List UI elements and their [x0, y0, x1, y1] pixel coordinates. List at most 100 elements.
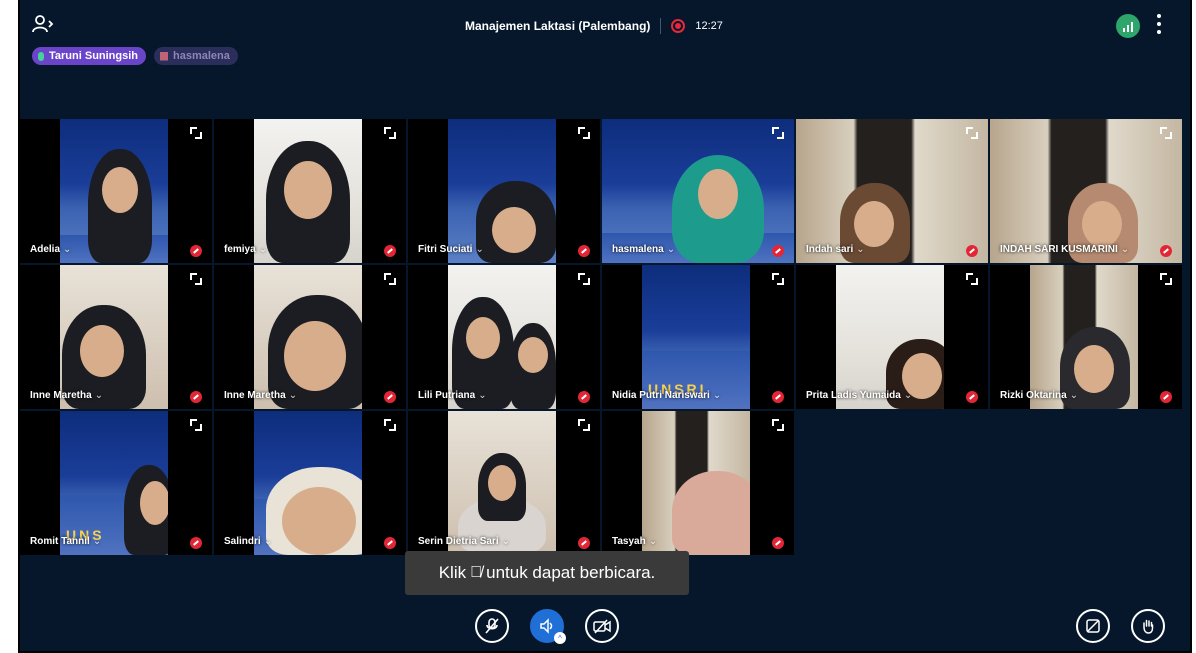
microphone-off-button[interactable] — [475, 609, 509, 643]
speaker-icon — [540, 618, 553, 634]
muted-mic-icon — [966, 245, 978, 257]
participant-tile[interactable]: UNS Romit Tannil ⌄ — [20, 411, 212, 555]
video-feed — [448, 411, 556, 555]
participant-name[interactable]: Serin Dietria Sari ⌄ — [418, 536, 510, 547]
video-feed: UNS — [60, 411, 168, 555]
screen-share-button[interactable] — [1076, 609, 1110, 643]
meeting-title: Manajemen Laktasi (Palembang) — [465, 19, 651, 33]
video-feed — [448, 119, 556, 263]
expand-icon[interactable] — [578, 419, 590, 431]
muted-mic-icon — [384, 537, 396, 549]
muted-mic-icon — [772, 537, 784, 549]
talking-indicator: hasmalena — [154, 47, 238, 65]
participant-tile[interactable]: Inne Maretha ⌄ — [214, 265, 406, 409]
camera-off-icon — [593, 619, 611, 634]
participant-tile[interactable]: hasmalena ⌄ — [602, 119, 794, 263]
video-feed — [254, 265, 362, 409]
raise-hand-button[interactable] — [1131, 609, 1165, 643]
participant-name[interactable]: Fitri Suciati ⌄ — [418, 244, 484, 255]
meeting-window: Manajemen Laktasi (Palembang) 12:27 Taru… — [18, 0, 1192, 653]
participant-name[interactable]: Salindri ⌄ — [224, 536, 272, 547]
expand-icon[interactable] — [578, 273, 590, 285]
camera-off-button[interactable] — [585, 609, 619, 643]
expand-icon[interactable] — [1160, 127, 1172, 139]
participant-tile[interactable]: Fitri Suciati ⌄ — [408, 119, 600, 263]
expand-icon[interactable] — [1160, 273, 1172, 285]
muted-mic-icon — [1160, 391, 1172, 403]
expand-icon[interactable] — [384, 273, 396, 285]
expand-icon[interactable] — [190, 273, 202, 285]
participant-name[interactable]: INDAH SARI KUSMARINI ⌄ — [1000, 244, 1129, 255]
participant-name[interactable]: Indah sari ⌄ — [806, 244, 865, 255]
video-feed — [1030, 265, 1138, 409]
muted-mic-icon — [772, 391, 784, 403]
participant-name[interactable]: Lili Putriana ⌄ — [418, 390, 487, 401]
participant-name[interactable]: Nidia Putri Nariswari ⌄ — [612, 390, 721, 401]
participant-tile[interactable]: UNSRI Nidia Putri Nariswari ⌄ — [602, 265, 794, 409]
participant-tile[interactable]: INDAH SARI KUSMARINI ⌄ — [990, 119, 1182, 263]
speaker-button[interactable]: ^ — [530, 609, 566, 644]
more-options-icon[interactable] — [1156, 14, 1162, 34]
muted-mic-icon — [384, 245, 396, 257]
expand-icon[interactable] — [772, 419, 784, 431]
participant-tile[interactable]: Inne Maretha ⌄ — [20, 265, 212, 409]
video-feed — [60, 265, 168, 409]
video-feed — [254, 411, 362, 555]
participant-tile[interactable]: femiya ⌄ — [214, 119, 406, 263]
users-panel-icon[interactable] — [32, 14, 54, 34]
expand-icon[interactable] — [578, 127, 590, 139]
participant-name[interactable]: Prita Ladis Yumaida ⌄ — [806, 390, 912, 401]
participant-tile[interactable]: Lili Putriana ⌄ — [408, 265, 600, 409]
participant-tile[interactable]: Adelia ⌄ — [20, 119, 212, 263]
participant-tile[interactable]: Tasyah ⌄ — [602, 411, 794, 555]
mic-on-icon — [38, 51, 44, 61]
participant-tile[interactable]: Salindri ⌄ — [214, 411, 406, 555]
connection-signal-icon[interactable] — [1116, 14, 1140, 38]
participant-tile[interactable]: Indah sari ⌄ — [796, 119, 988, 263]
video-feed — [448, 265, 556, 409]
muted-mic-icon — [190, 537, 202, 549]
muted-mic-icon — [190, 391, 202, 403]
participant-name[interactable]: Inne Maretha ⌄ — [30, 390, 103, 401]
muted-mic-icon — [160, 51, 168, 61]
participant-tile[interactable]: Prita Ladis Yumaida ⌄ — [796, 265, 988, 409]
raise-hand-icon — [1143, 619, 1154, 634]
expand-icon[interactable] — [966, 273, 978, 285]
video-feed — [602, 119, 794, 263]
participant-name[interactable]: femiya ⌄ — [224, 244, 267, 255]
participant-tile[interactable]: Rizki Oktarina ⌄ — [990, 265, 1182, 409]
expand-icon[interactable] — [384, 127, 396, 139]
microphone-off-icon — [485, 618, 499, 634]
microphone-off-icon: 🎙̸ — [470, 564, 483, 581]
muted-mic-icon — [1160, 245, 1172, 257]
expand-icon[interactable] — [190, 419, 202, 431]
tooltip-text-before: Klik — [438, 563, 467, 582]
muted-mic-icon — [578, 391, 590, 403]
expand-icon[interactable] — [772, 127, 784, 139]
muted-mic-icon — [190, 245, 202, 257]
header-divider — [660, 18, 662, 34]
participant-name[interactable]: Romit Tannil ⌄ — [30, 536, 101, 547]
muted-mic-icon — [578, 537, 590, 549]
participant-tile[interactable]: Serin Dietria Sari ⌄ — [408, 411, 600, 555]
talking-indicator: Taruni Suningsih — [32, 47, 147, 65]
meeting-header: Manajemen Laktasi (Palembang) 12:27 — [465, 18, 723, 34]
expand-icon[interactable] — [772, 273, 784, 285]
expand-icon[interactable] — [384, 419, 396, 431]
muted-mic-icon — [578, 245, 590, 257]
muted-mic-icon — [772, 245, 784, 257]
participant-name[interactable]: Adelia ⌄ — [30, 244, 71, 255]
chevron-up-icon[interactable]: ^ — [554, 632, 566, 644]
video-feed: UNSRI — [642, 265, 750, 409]
participant-name[interactable]: Rizki Oktarina ⌄ — [1000, 390, 1078, 401]
participant-name[interactable]: Tasyah ⌄ — [612, 536, 657, 547]
video-feed — [990, 119, 1182, 263]
participant-name[interactable]: hasmalena ⌄ — [612, 244, 675, 255]
expand-icon[interactable] — [966, 127, 978, 139]
participant-name[interactable]: Inne Maretha ⌄ — [224, 390, 297, 401]
video-feed — [642, 411, 750, 555]
video-feed — [60, 119, 168, 263]
muted-mic-icon — [966, 391, 978, 403]
expand-icon[interactable] — [190, 127, 202, 139]
record-icon[interactable] — [671, 19, 686, 33]
